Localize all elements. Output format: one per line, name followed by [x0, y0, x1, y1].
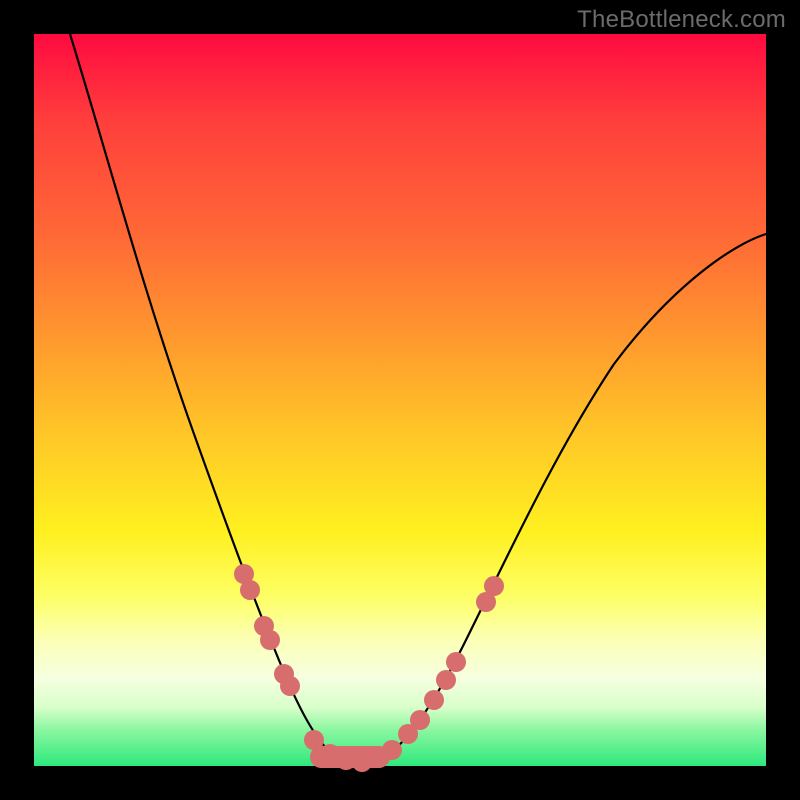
marker-dot [446, 652, 466, 672]
marker-dot [240, 580, 260, 600]
marker-dot [280, 676, 300, 696]
plot-area [34, 34, 766, 766]
bottleneck-curve-path [70, 34, 766, 765]
marker-group [234, 564, 504, 772]
marker-dot [260, 630, 280, 650]
marker-dot [484, 576, 504, 596]
marker-dot [304, 730, 324, 750]
marker-dot [410, 710, 430, 730]
bottleneck-curve-svg [34, 34, 766, 766]
marker-dot [382, 740, 402, 760]
marker-dot [436, 670, 456, 690]
marker-dot [424, 690, 444, 710]
watermark-text: TheBottleneck.com [577, 6, 786, 34]
chart-frame: TheBottleneck.com [0, 0, 800, 800]
